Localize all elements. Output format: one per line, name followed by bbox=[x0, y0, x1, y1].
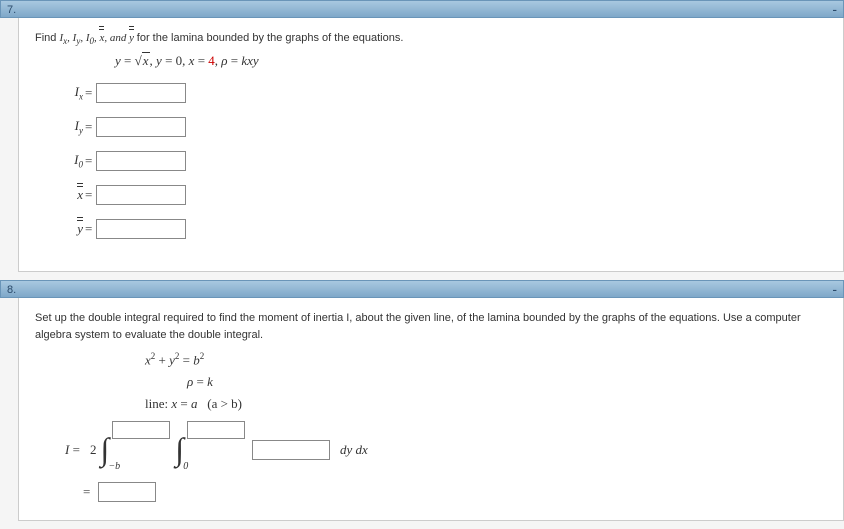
input-i0[interactable] bbox=[96, 151, 186, 171]
input-iy[interactable] bbox=[96, 117, 186, 137]
question-header-8: 8. - bbox=[0, 280, 844, 298]
minimize-icon[interactable]: - bbox=[832, 282, 837, 296]
question-number: 7. bbox=[7, 4, 16, 16]
input-ix[interactable] bbox=[96, 83, 186, 103]
prompt-prefix: Find bbox=[35, 32, 59, 44]
input-result[interactable] bbox=[98, 482, 156, 502]
input-inner-upper[interactable] bbox=[187, 421, 245, 439]
equation-line-7: y = x, y = 0, x = 4, ρ = kxy bbox=[115, 53, 827, 69]
input-ybar[interactable] bbox=[96, 219, 186, 239]
input-outer-upper[interactable] bbox=[112, 421, 170, 439]
integral-setup: I = 2 ∫ −b ∫ 0 dy dx bbox=[65, 431, 827, 468]
input-xbar[interactable] bbox=[96, 185, 186, 205]
minimize-icon[interactable]: - bbox=[832, 2, 837, 16]
question-number: 8. bbox=[7, 284, 16, 296]
question-body-8: Set up the double integral required to f… bbox=[18, 298, 844, 522]
prompt-suffix: for the lamina bounded by the graphs of … bbox=[137, 32, 404, 44]
question-header-7: 7. - bbox=[0, 0, 844, 18]
equation-block-8: x2 + y2 = b2 ρ = k line: x = a (a > b) bbox=[145, 349, 827, 416]
question-body-7: Find Ix, Iy, I0, x, and y for the lamina… bbox=[18, 18, 844, 272]
prompt-8: Set up the double integral required to f… bbox=[35, 310, 827, 345]
prompt-7: Find Ix, Iy, I0, x, and y for the lamina… bbox=[35, 30, 827, 49]
input-integrand[interactable] bbox=[252, 440, 330, 460]
